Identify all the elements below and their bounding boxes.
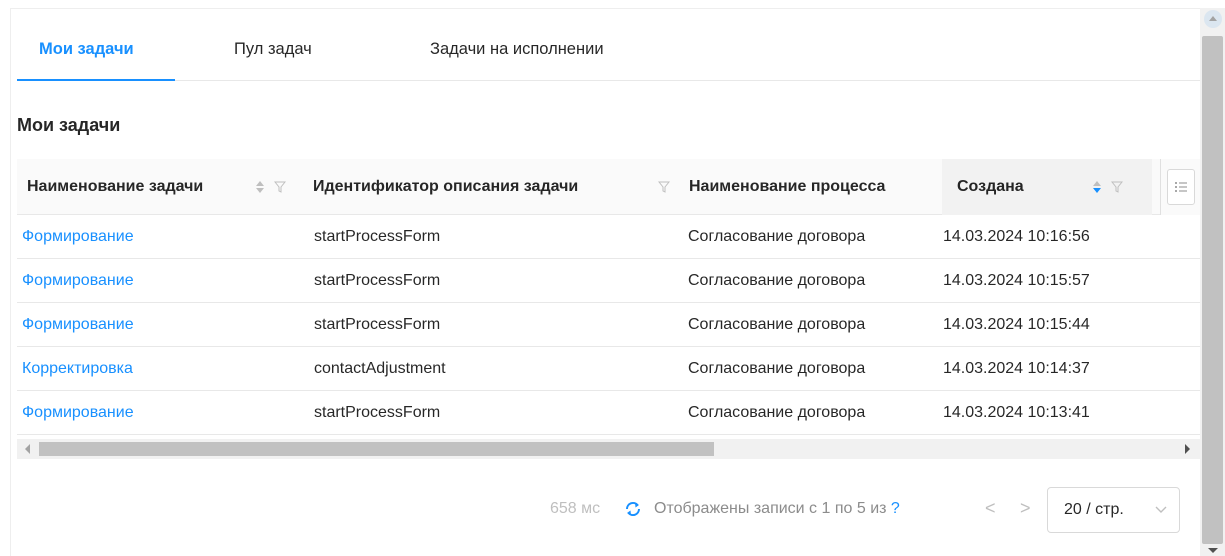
horizontal-scrollbar[interactable] [17, 439, 1200, 459]
task-name-link[interactable]: Формирование [22, 259, 134, 303]
records-info: Отображены записи с 1 по 5 из ? [654, 500, 900, 518]
list-settings-icon [1166, 169, 1195, 205]
records-info-text: Отображены записи с 1 по 5 из [654, 500, 887, 517]
sort-icon[interactable] [255, 159, 265, 215]
column-header-task-name[interactable]: Наименование задачи [27, 159, 203, 215]
created-cell: 14.03.2024 10:15:44 [943, 316, 1090, 333]
task-name-link[interactable]: Корректировка [22, 347, 133, 391]
task-id-cell: startProcessForm [314, 272, 441, 289]
created-cell: 14.03.2024 10:16:56 [943, 228, 1090, 245]
page-size-value: 20 / стр. [1064, 501, 1124, 518]
vertical-scrollbar[interactable] [1200, 8, 1225, 556]
process-name-cell: Согласование договора [688, 360, 866, 377]
table-row[interactable]: Формирование startProcessForm Согласован… [17, 303, 1200, 347]
scroll-left-arrow[interactable] [25, 444, 30, 454]
process-name-cell: Согласование договора [688, 228, 866, 245]
column-header-task-id[interactable]: Идентификатор описания задачи [313, 159, 578, 215]
chevron-down-icon [1155, 488, 1167, 550]
table-row[interactable]: Формирование startProcessForm Согласован… [17, 391, 1200, 435]
process-name-cell: Согласование договора [688, 316, 866, 333]
filter-icon[interactable] [274, 159, 286, 215]
task-name-link[interactable]: Формирование [22, 303, 134, 347]
task-id-cell: startProcessForm [314, 404, 441, 421]
task-id-cell: startProcessForm [314, 228, 441, 245]
tab-task-pool[interactable]: Пул задач [234, 40, 312, 59]
tab-bar: Мои задачи Пул задач Задачи на исполнени… [17, 28, 1200, 81]
filter-icon[interactable] [658, 159, 670, 215]
task-name-link[interactable]: Формирование [22, 215, 134, 259]
column-header-process-name[interactable]: Наименование процесса [689, 159, 885, 215]
task-id-cell: startProcessForm [314, 316, 441, 333]
total-unknown-link[interactable]: ? [891, 500, 900, 517]
response-time: 658 мс [550, 500, 601, 517]
created-cell: 14.03.2024 10:13:41 [943, 404, 1090, 421]
tab-tasks-in-progress[interactable]: Задачи на исполнении [430, 40, 604, 59]
created-cell: 14.03.2024 10:15:57 [943, 272, 1090, 289]
task-id-cell: contactAdjustment [314, 360, 446, 377]
refresh-icon[interactable] [622, 498, 644, 520]
next-page-button[interactable]: > [1020, 498, 1031, 519]
horizontal-scroll-thumb[interactable] [39, 442, 714, 456]
tab-my-tasks[interactable]: Мои задачи [39, 40, 134, 59]
column-settings-button[interactable] [1160, 159, 1200, 215]
prev-page-button[interactable]: < [985, 498, 996, 519]
created-cell: 14.03.2024 10:14:37 [943, 360, 1090, 377]
table-row[interactable]: Корректировка contactAdjustment Согласов… [17, 347, 1200, 391]
table-row[interactable]: Формирование startProcessForm Согласован… [17, 259, 1200, 303]
active-tab-indicator [17, 79, 175, 81]
table-row[interactable]: Формирование startProcessForm Согласован… [17, 215, 1200, 259]
filter-icon[interactable] [1111, 159, 1123, 215]
vertical-scroll-thumb[interactable] [1202, 36, 1223, 544]
process-name-cell: Согласование договора [688, 272, 866, 289]
table-header: Наименование задачи Идентификатор описан… [17, 159, 1200, 215]
task-name-link[interactable]: Формирование [22, 391, 134, 435]
scroll-down-arrow[interactable] [1208, 548, 1218, 553]
scroll-right-arrow[interactable] [1185, 444, 1190, 454]
tasks-table: Наименование задачи Идентификатор описан… [17, 159, 1200, 439]
page-size-select[interactable]: 20 / стр. [1047, 487, 1180, 533]
section-title: Мои задачи [17, 115, 121, 135]
scroll-up-arrow[interactable] [1204, 10, 1222, 28]
sort-icon[interactable] [1092, 159, 1102, 215]
process-name-cell: Согласование договора [688, 404, 866, 421]
